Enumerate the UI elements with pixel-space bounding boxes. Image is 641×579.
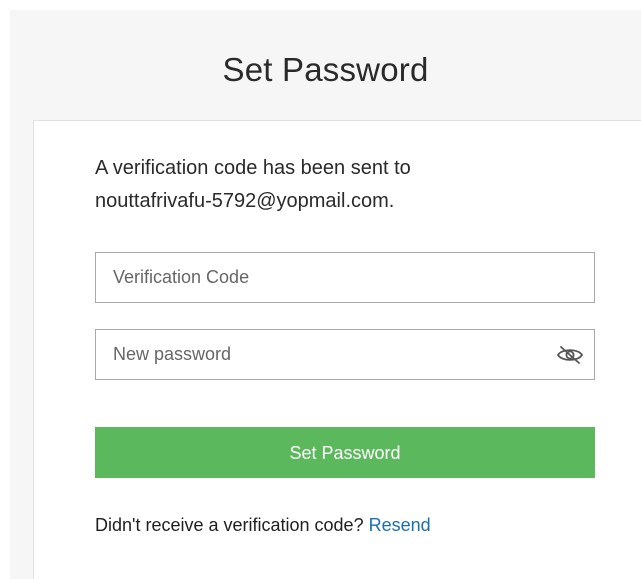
verification-code-input[interactable] (96, 253, 594, 302)
new-password-input[interactable] (96, 330, 594, 379)
page-title: Set Password (222, 51, 429, 88)
resend-prompt: Didn't receive a verification code? (95, 515, 364, 535)
verification-message: A verification code has been sent to nou… (95, 152, 595, 218)
verification-code-field[interactable] (95, 252, 595, 303)
set-password-page: Set Password A verification code has bee… (0, 0, 641, 579)
new-password-field[interactable] (95, 329, 595, 380)
verification-message-line: A verification code has been sent to (95, 157, 411, 179)
resend-link[interactable]: Resend (369, 515, 431, 535)
verification-email: nouttafrivafu-5792@yopmail.com. (95, 190, 395, 212)
eye-slash-icon[interactable] (555, 344, 585, 366)
set-password-button[interactable]: Set Password (95, 427, 595, 478)
resend-row: Didn't receive a verification code? Rese… (95, 512, 431, 538)
